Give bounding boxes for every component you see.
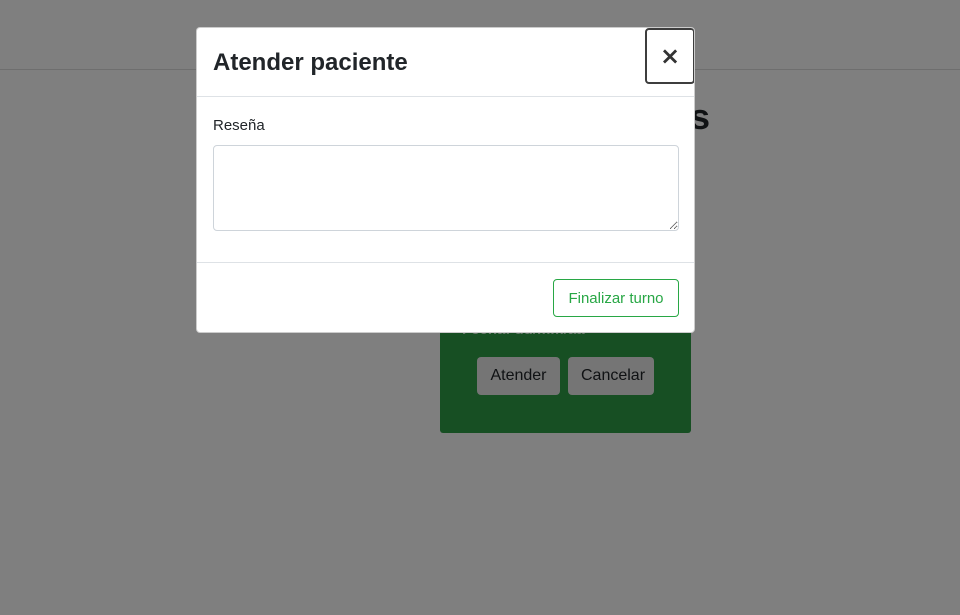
finish-appointment-button[interactable]: Finalizar turno — [553, 279, 679, 317]
modal-body: Reseña — [197, 97, 694, 263]
modal-header: Atender paciente × — [197, 28, 694, 97]
close-icon: × — [659, 42, 681, 70]
review-textarea[interactable] — [213, 145, 679, 231]
close-button[interactable]: × — [645, 28, 694, 84]
modal-title: Atender paciente — [213, 49, 408, 76]
attend-patient-modal: Atender paciente × Reseña Finalizar turn… — [196, 27, 695, 333]
modal-footer: Finalizar turno — [197, 263, 694, 332]
review-label: Reseña — [213, 117, 265, 134]
